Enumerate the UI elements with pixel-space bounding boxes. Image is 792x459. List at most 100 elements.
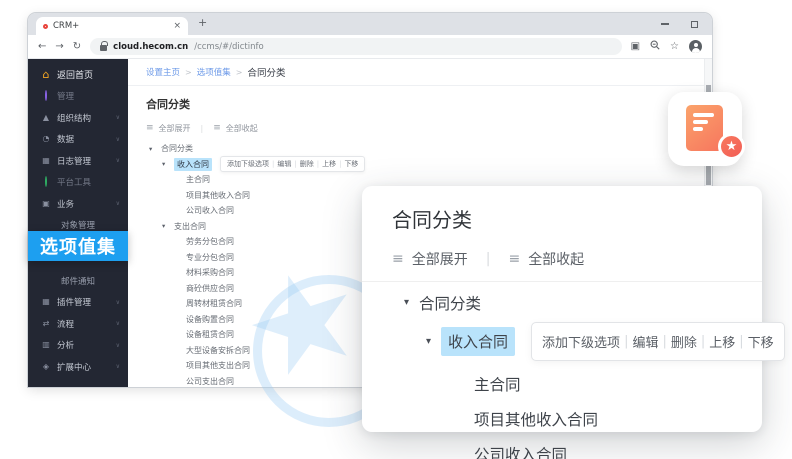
action-separator: | <box>662 334 666 349</box>
sidebar-item-analysis[interactable]: ▥分析∨ <box>28 335 128 357</box>
refresh-icon[interactable]: ↻ <box>73 42 81 52</box>
tree-node-label[interactable]: 主合同 <box>474 373 521 395</box>
sidebar-item-log-management[interactable]: ▦日志管理∨ <box>28 150 128 172</box>
log-icon: ▦ <box>41 157 51 165</box>
collapse-all-button[interactable]: 全部收起 <box>226 123 258 134</box>
tree-row: 主合同 <box>392 372 762 396</box>
action-move-down[interactable]: 下移 <box>748 332 774 351</box>
expand-all-button[interactable]: 全部展开 <box>412 249 468 269</box>
tree-node-label[interactable]: 合同分类 <box>419 292 481 314</box>
action-delete[interactable]: 删除 <box>671 332 697 351</box>
action-separator: | <box>739 334 743 349</box>
card-icon[interactable]: ▣ <box>631 42 640 52</box>
tree-row: 公司收入合同 <box>392 442 762 459</box>
node-action-menu: 添加下级选项|编辑|删除|上移|下移 <box>531 322 785 361</box>
action-separator: | <box>272 160 274 168</box>
breadcrumb-option-set[interactable]: 选项值集 <box>197 66 231 78</box>
sidebar-item-mail-notice[interactable]: 邮件通知 <box>28 270 128 292</box>
tree-node-label[interactable]: 设备购置合同 <box>186 314 234 325</box>
action-separator: | <box>339 160 341 168</box>
sidebar-item-label: 日志管理 <box>57 155 91 167</box>
breadcrumb-home[interactable]: 设置主页 <box>146 66 180 78</box>
caret-down-icon[interactable]: ▾ <box>426 337 431 347</box>
expand-all-icon: ≡ <box>392 252 404 266</box>
bookmark-star-icon[interactable]: ☆ <box>670 42 679 52</box>
sidebar-item-org-structure[interactable]: ▲组织结构∨ <box>28 107 128 129</box>
caret-down-icon[interactable]: ▾ <box>149 146 156 153</box>
magnified-panel: 合同分类 ≡ 全部展开 | ≡ 全部收起 ▾合同分类▾收入合同添加下级选项|编辑… <box>362 186 762 432</box>
option-set-callout[interactable]: 选项值集 <box>28 231 128 261</box>
tree-node-label[interactable]: 收入合同 <box>441 327 515 356</box>
tree-toolbar: ≡ 全部展开 | ≡ 全部收起 <box>146 123 712 134</box>
tree-row: ▾ 合同分类 <box>392 292 762 314</box>
tree-node-label[interactable]: 项目其他收入合同 <box>186 190 250 201</box>
action-edit[interactable]: 编辑 <box>277 159 291 169</box>
chevron-down-icon: ∨ <box>116 114 120 121</box>
expand-all-button[interactable]: 全部展开 <box>159 123 191 134</box>
sidebar-item-extension-center[interactable]: ◈扩展中心∨ <box>28 356 128 378</box>
tree-node-label[interactable]: 材料采购合同 <box>186 267 234 278</box>
lock-icon <box>100 45 107 51</box>
tree-node-label[interactable]: 项目其他收入合同 <box>474 408 598 430</box>
tree-node-label[interactable]: 主合同 <box>186 174 210 185</box>
tab-close-icon[interactable]: × <box>173 22 181 31</box>
toolbar-separator: | <box>486 251 491 267</box>
sidebar-item-admin[interactable]: 管理 <box>28 86 128 108</box>
chevron-down-icon: ∨ <box>116 136 120 143</box>
action-delete[interactable]: 删除 <box>300 159 314 169</box>
tree-node-label[interactable]: 公司收入合同 <box>186 205 234 216</box>
new-tab-icon[interactable]: + <box>198 16 207 29</box>
action-add-child[interactable]: 添加下级选项 <box>542 332 620 351</box>
action-add-child[interactable]: 添加下级选项 <box>227 159 269 169</box>
sidebar-item-data[interactable]: ◔数据∨ <box>28 129 128 151</box>
address-bar[interactable]: cloud.hecom.cn/ccms/#/dictinfo <box>90 38 621 55</box>
overlay-tree-toolbar: ≡ 全部展开 | ≡ 全部收起 <box>392 249 762 269</box>
crm-logo-icon <box>43 24 48 29</box>
tree-node-label[interactable]: 项目其他支出合同 <box>186 360 250 371</box>
action-move-down[interactable]: 下移 <box>344 159 358 169</box>
collapse-all-button[interactable]: 全部收起 <box>528 249 584 269</box>
tree-node-label[interactable]: 公司支出合同 <box>186 376 234 387</box>
contract-doc-badge: ★ <box>668 92 742 166</box>
tree-row: ▾收入合同添加下级选项|编辑|删除|上移|下移 <box>146 157 712 173</box>
sidebar-item-business[interactable]: ▣业务∨ <box>28 193 128 215</box>
tree-node-label[interactable]: 支出合同 <box>174 221 206 232</box>
sidebar-menu: ⌂返回首页管理▲组织结构∨◔数据∨▦日志管理∨平台工具▣业务∨对象管理邮件通知▦… <box>28 59 128 387</box>
tree-node-label[interactable]: 专业分包合同 <box>186 252 234 263</box>
node-action-menu: 添加下级选项|编辑|删除|上移|下移 <box>220 156 365 172</box>
action-move-up[interactable]: 上移 <box>322 159 336 169</box>
breadcrumb-separator: > <box>185 68 192 77</box>
browser-tab[interactable]: CRM+ × <box>36 17 188 35</box>
action-move-up[interactable]: 上移 <box>709 332 735 351</box>
sidebar-item-plugin-management[interactable]: ▦插件管理∨ <box>28 292 128 314</box>
tree-node-label[interactable]: 公司收入合同 <box>474 443 567 459</box>
tree-node-label[interactable]: 收入合同 <box>174 158 212 171</box>
sidebar-item-label: 扩展中心 <box>57 361 91 373</box>
tree-node-label[interactable]: 合同分类 <box>161 143 193 154</box>
sidebar-item-home[interactable]: ⌂返回首页 <box>28 64 128 86</box>
sidebar-item-platform-tools[interactable]: 平台工具 <box>28 172 128 194</box>
action-edit[interactable]: 编辑 <box>632 332 658 351</box>
restore-button[interactable] <box>691 21 698 28</box>
window-controls <box>661 13 698 35</box>
plugin-icon: ▦ <box>41 298 51 306</box>
zoom-icon[interactable] <box>650 40 660 53</box>
tree-node-label[interactable]: 设备租赁合同 <box>186 329 234 340</box>
minimize-button[interactable] <box>661 23 669 24</box>
tree-node-label[interactable]: 周转材租赁合同 <box>186 298 242 309</box>
tree-node-label[interactable]: 商砼供应合同 <box>186 283 234 294</box>
tab-title: CRM+ <box>53 21 168 31</box>
profile-avatar[interactable] <box>689 40 702 53</box>
back-icon[interactable]: ← <box>38 42 46 52</box>
ring-icon <box>41 92 51 100</box>
tree-node-label[interactable]: 大型设备安拆合同 <box>186 345 250 356</box>
sidebar-item-flow[interactable]: ⇄流程∨ <box>28 313 128 335</box>
sidebar-item-label: 业务 <box>57 198 74 210</box>
breadcrumb-current: 合同分类 <box>247 65 285 79</box>
business-icon: ▣ <box>41 200 51 208</box>
caret-down-icon[interactable]: ▾ <box>162 161 169 168</box>
caret-down-icon[interactable]: ▾ <box>162 223 169 230</box>
caret-down-icon[interactable]: ▾ <box>404 298 409 308</box>
tree-node-label[interactable]: 劳务分包合同 <box>186 236 234 247</box>
forward-icon[interactable]: → <box>55 42 63 52</box>
